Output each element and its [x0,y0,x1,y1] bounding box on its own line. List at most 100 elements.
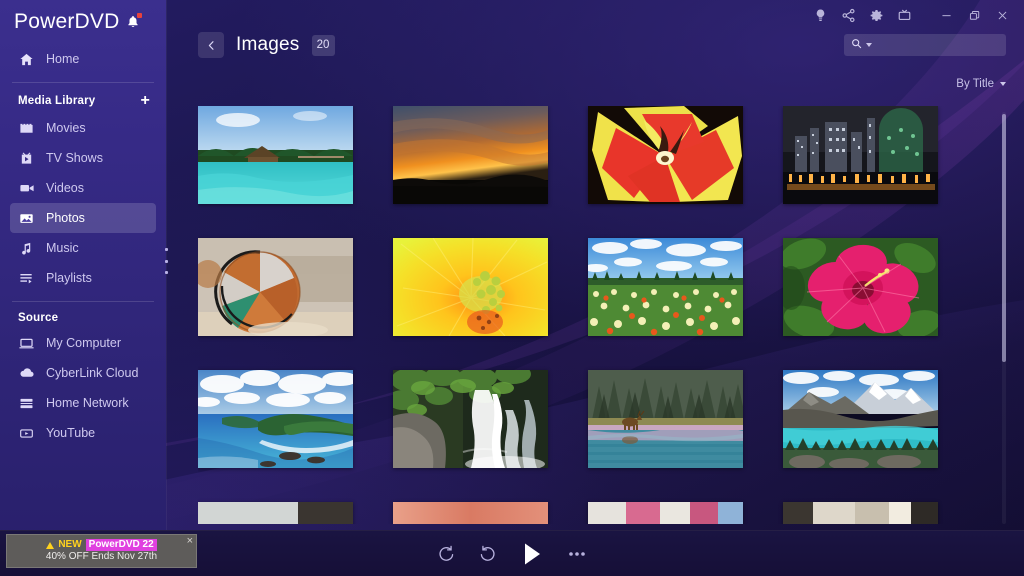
app-brand: PowerDVD [0,0,166,44]
arrow-up-icon [46,541,55,549]
thumbnail-image [783,106,938,204]
page-title: Images [236,34,300,55]
promo-close-button[interactable]: × [187,536,193,547]
sidebar-item-tv-shows[interactable]: TV Shows [10,143,156,173]
sidebar-item-videos-label: Videos [46,181,84,195]
powerdvd-window: PowerDVD Home Media Library + Movies TV … [0,0,1024,576]
sort-control[interactable]: By Title [956,78,1006,90]
promo-product-label: PowerDVD 22 [85,539,157,551]
sidebar-divider-1 [12,82,154,83]
share-icon[interactable] [834,1,862,29]
gear-icon[interactable] [862,1,890,29]
thumb-waterfall[interactable] [393,370,548,468]
photo-icon [18,210,35,227]
video-camera-icon [18,180,35,197]
cast-tv-icon[interactable] [890,1,918,29]
bell-icon[interactable] [125,13,143,30]
thumbnail-image [588,370,743,468]
thumbnail-image [393,238,548,336]
sidebar-item-music-label: Music [46,241,79,255]
sidebar-item-youtube[interactable]: YouTube [10,418,156,448]
sidebar: PowerDVD Home Media Library + Movies TV … [0,0,166,576]
sidebar-item-youtube-label: YouTube [46,426,96,440]
thumbnail-image [393,370,548,468]
rotate-right-icon[interactable] [478,544,497,563]
thumbnail-image [588,106,743,204]
thumb-orange-sunset[interactable] [393,106,548,204]
sort-chevron-down-icon[interactable] [1000,82,1006,86]
sidebar-item-cyberlink-cloud[interactable]: CyberLink Cloud [10,358,156,388]
item-count-badge: 20 [311,34,335,56]
thumbnail-image [783,370,938,468]
transport-controls [437,541,587,567]
sort-label: By Title [956,78,994,90]
sidebar-item-home[interactable]: Home [10,44,156,74]
thumbnail-image [783,502,938,524]
sidebar-item-photos[interactable]: Photos [10,203,156,233]
youtube-icon [18,425,35,442]
rotate-left-icon[interactable] [437,544,456,563]
thumb-partial-row-2[interactable] [393,502,548,524]
sidebar-item-cyberlink-cloud-label: CyberLink Cloud [46,366,139,380]
thumbnail-image [198,238,353,336]
thumb-partial-row-3[interactable] [588,502,743,524]
promo-offer-label: 40% OFF Ends Nov 27th [45,551,158,562]
play-icon[interactable] [519,541,545,567]
sidebar-resize-grip[interactable] [163,248,170,274]
more-options-icon[interactable] [567,544,587,564]
thumbnail-image [198,370,353,468]
sidebar-item-playlists-label: Playlists [46,271,92,285]
source-label: Source [18,312,59,324]
tv-icon [18,150,35,167]
sidebar-section-source: Source [0,308,166,328]
sidebar-item-videos[interactable]: Videos [10,173,156,203]
promo-banner[interactable]: NEW PowerDVD 22 40% OFF Ends Nov 27th × [6,534,197,568]
search-box[interactable] [844,34,1018,56]
playlist-icon [18,270,35,287]
thumb-flower-field[interactable] [588,238,743,336]
sidebar-item-photos-label: Photos [46,211,85,225]
cloud-icon [18,365,35,382]
add-media-button[interactable]: + [140,93,150,109]
thumb-mountain-lake[interactable] [783,370,938,468]
back-button[interactable] [198,32,224,58]
thumbnail-image [588,238,743,336]
sidebar-item-my-computer[interactable]: My Computer [10,328,156,358]
thumb-elk-by-lake[interactable] [588,370,743,468]
thumb-partial-row-4[interactable] [783,502,938,524]
sidebar-item-movies-label: Movies [46,121,86,135]
sidebar-item-playlists[interactable]: Playlists [10,263,156,293]
thumb-yellow-hibiscus[interactable] [393,238,548,336]
page-header: Images 20 [198,32,335,58]
media-library-label: Media Library [18,95,96,107]
thumbnail-image [588,502,743,524]
gallery-grid [198,106,988,524]
gallery-scrollbar-thumb[interactable] [1002,114,1006,362]
gallery-scrollbar[interactable] [1002,112,1006,524]
search-input[interactable] [876,39,1018,51]
search-scope-chevron-down-icon[interactable] [866,43,872,47]
sidebar-item-music[interactable]: Music [10,233,156,263]
thumb-pink-hibiscus[interactable] [783,238,938,336]
movie-clapper-icon [18,120,35,137]
restore-icon[interactable] [960,1,988,29]
thumb-partial-row-1[interactable] [198,502,353,524]
sidebar-item-my-computer-label: My Computer [46,336,122,350]
music-note-icon [18,240,35,257]
thumb-red-yellow-tulip[interactable] [588,106,743,204]
thumb-night-cityscape[interactable] [783,106,938,204]
minimize-icon[interactable] [932,1,960,29]
lightbulb-icon[interactable] [806,1,834,29]
thumb-coastal-cliffs[interactable] [198,370,353,468]
close-icon[interactable] [988,1,1016,29]
sidebar-section-media-library: Media Library + [0,89,166,113]
thumb-temari-thread-ball[interactable] [198,238,353,336]
sidebar-item-tv-shows-label: TV Shows [46,151,103,165]
search-icon [851,36,862,54]
sidebar-item-home-network[interactable]: Home Network [10,388,156,418]
thumb-tropical-beach-hut[interactable] [198,106,353,204]
promo-new-label: NEW [58,539,82,550]
thumbnail-image [783,238,938,336]
sidebar-item-movies[interactable]: Movies [10,113,156,143]
gallery-grid-container[interactable] [198,106,988,524]
